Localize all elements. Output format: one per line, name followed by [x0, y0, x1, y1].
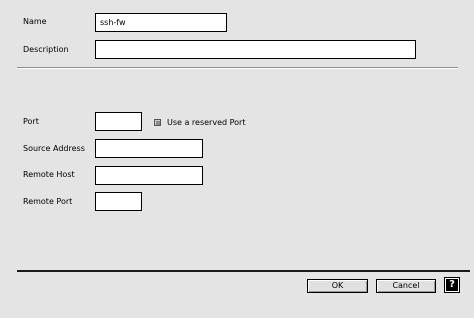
name-field[interactable] [95, 13, 227, 32]
section-divider [17, 67, 458, 69]
name-label: Name [23, 17, 47, 26]
remote-port-label: Remote Port [23, 197, 73, 206]
help-icon: ? [446, 279, 458, 291]
reserved-port-label[interactable]: Use a reserved Port [167, 118, 245, 128]
cancel-button[interactable]: Cancel [376, 279, 436, 293]
description-label: Description [23, 45, 69, 54]
remote-port-field[interactable] [95, 192, 142, 211]
remote-host-field[interactable] [95, 166, 203, 185]
source-address-field[interactable] [95, 139, 203, 158]
help-button[interactable]: ? [444, 277, 460, 293]
source-address-label: Source Address [23, 144, 85, 153]
reserved-port-checkbox[interactable] [154, 119, 161, 126]
port-label: Port [23, 117, 39, 126]
description-field[interactable] [95, 40, 416, 59]
remote-host-label: Remote Host [23, 170, 75, 179]
port-field[interactable] [95, 112, 142, 131]
ok-button[interactable]: OK [307, 279, 368, 293]
button-bar-divider [17, 270, 470, 272]
